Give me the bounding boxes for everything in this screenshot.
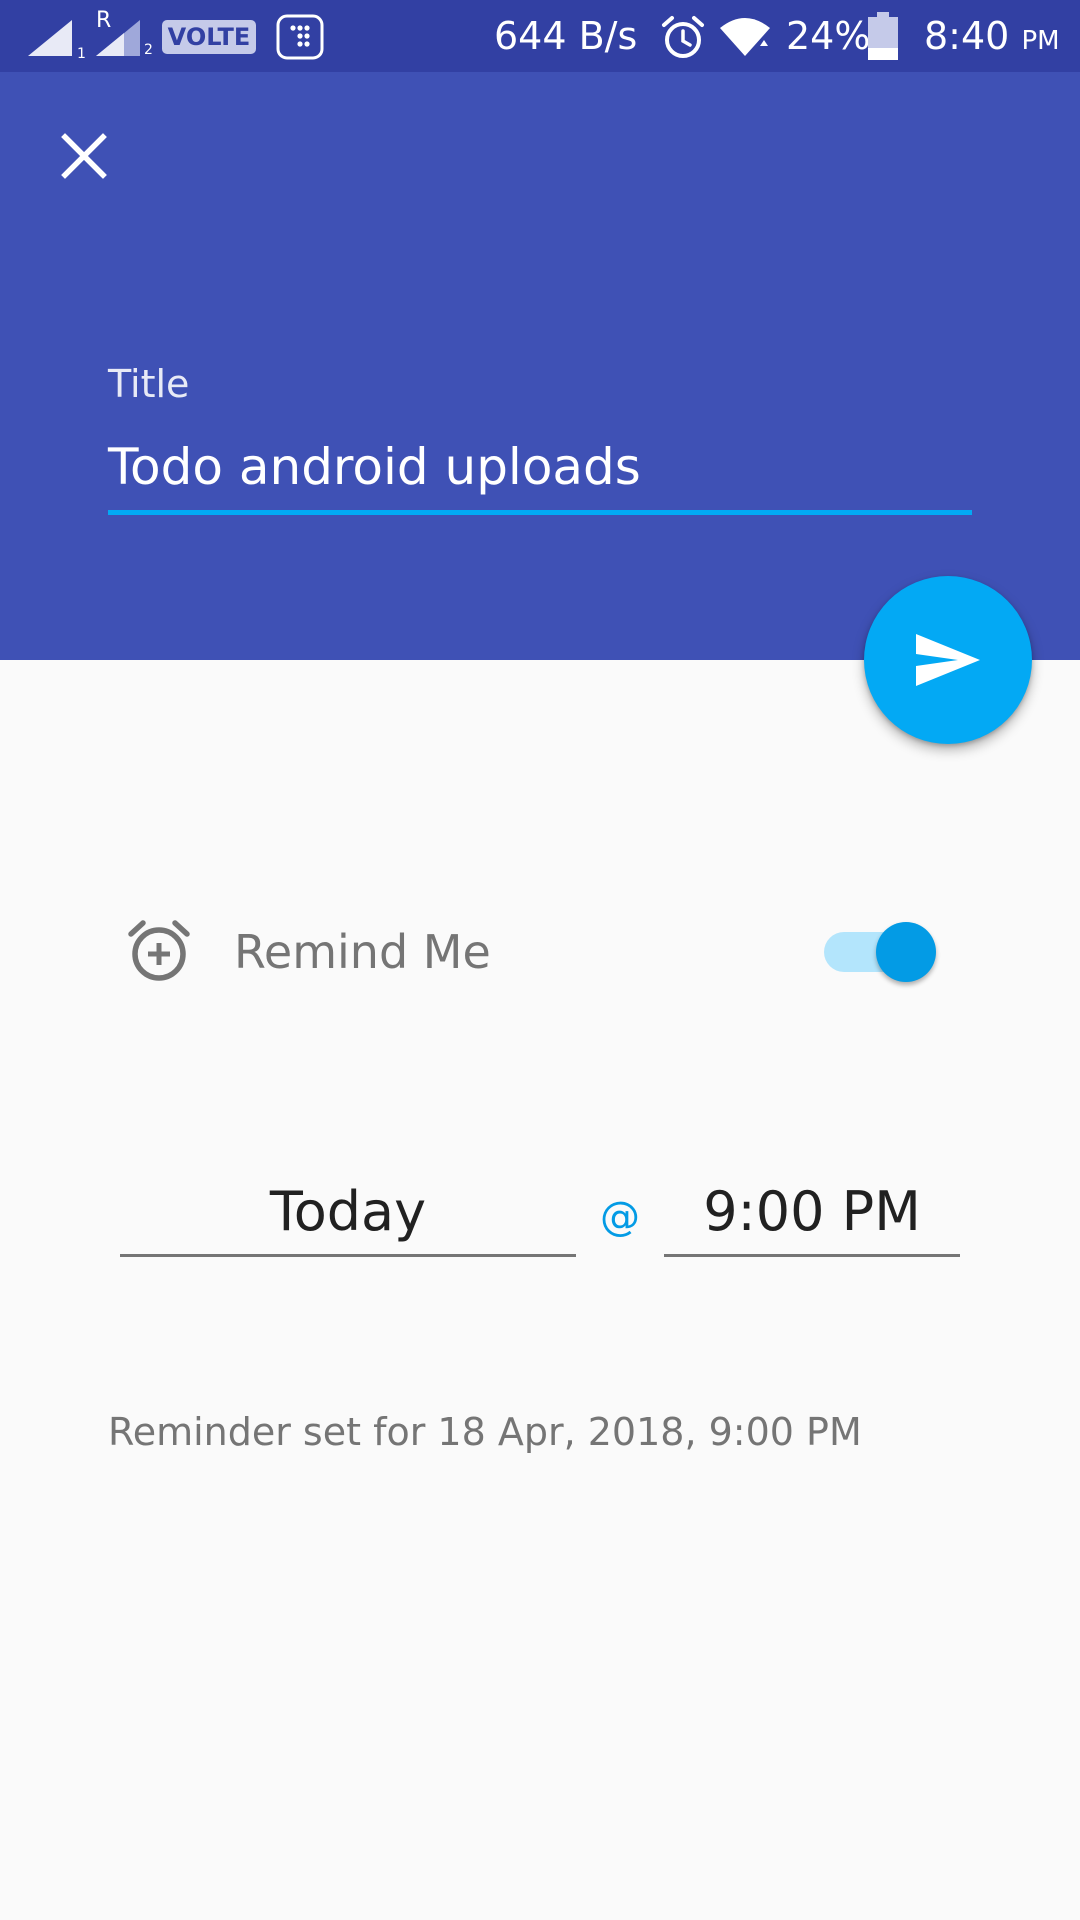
reminder-summary: Reminder set for 18 Apr, 2018, 9:00 PM — [108, 1410, 862, 1454]
title-input-underline — [108, 510, 972, 515]
close-icon — [61, 133, 107, 179]
alarm-status-icon — [662, 16, 704, 58]
close-button[interactable] — [44, 116, 124, 196]
wifi-icon — [720, 18, 770, 56]
network-speed: 644 B/s — [494, 14, 638, 58]
remind-me-label: Remind Me — [234, 925, 491, 979]
clock-time: 8:40 — [924, 14, 1010, 58]
toggle-thumb — [876, 922, 936, 982]
send-icon — [916, 634, 980, 686]
at-separator: @ — [600, 1194, 640, 1240]
clock: 8:40 PM — [924, 0, 1060, 77]
title-input[interactable]: Todo android uploads — [108, 436, 972, 498]
sim2-label: 2 — [144, 42, 153, 58]
remind-me-row: Remind Me — [0, 900, 1080, 1000]
time-picker-field[interactable]: 9:00 PM — [664, 1170, 960, 1257]
signal-sim1-icon — [28, 20, 72, 56]
battery-icon — [868, 12, 898, 60]
date-picker-field[interactable]: Today — [120, 1170, 576, 1257]
send-button[interactable] — [864, 576, 1032, 744]
remind-me-toggle[interactable] — [824, 922, 938, 982]
battery-percent: 24% — [786, 14, 871, 58]
clock-suffix: PM — [1021, 26, 1060, 56]
date-value: Today — [269, 1180, 427, 1243]
sim2-roaming-label: R — [96, 8, 112, 33]
app-notification-icon — [276, 14, 324, 60]
time-value: 9:00 PM — [703, 1180, 921, 1243]
add-alarm-icon — [128, 920, 190, 981]
sim1-label: 1 — [77, 46, 86, 62]
title-field-label: Title — [108, 362, 190, 406]
volte-icon: VOLTE — [162, 20, 256, 54]
status-bar: 1 R 2 VOLTE 644 B/s 24% 8:40 PM — [0, 0, 1080, 72]
